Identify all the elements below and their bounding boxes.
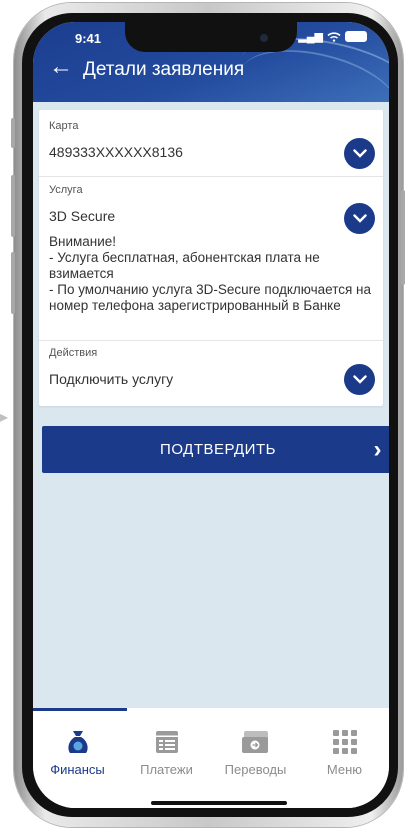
camera-icon: [260, 34, 268, 42]
back-arrow-icon[interactable]: ←: [49, 55, 73, 79]
signal-icon: ▂▄▆: [298, 31, 323, 43]
notice-line: - Услуга бесплатная, абонентская плата н…: [49, 250, 320, 281]
phone-volume-down: [11, 252, 15, 314]
nav-item-transfers[interactable]: Переводы: [211, 728, 300, 777]
nav-item-menu[interactable]: Меню: [300, 728, 389, 777]
nav-label: Платежи: [140, 762, 193, 777]
app-screen: 9:41 ▂▄▆ ← Детали заявления Карта 489333…: [33, 22, 389, 808]
menu-grid-icon: [332, 730, 357, 754]
wifi-icon: [327, 31, 341, 42]
service-field-label: Услуга: [49, 184, 83, 196]
chevron-right-icon: ›: [373, 436, 382, 463]
application-details-card: Карта 489333XXXXXX8136 Услуга 3D Secure …: [39, 110, 383, 406]
notice-line: - По умолчанию услуга 3D-Secure подключа…: [49, 282, 372, 313]
action-field[interactable]: Действия Подключить услугу: [49, 347, 373, 387]
field-divider: [39, 340, 383, 341]
chevron-down-icon: [352, 214, 367, 223]
card-field[interactable]: Карта 489333XXXXXX8136: [49, 120, 373, 160]
phone-volume-up: [11, 175, 15, 237]
confirm-button[interactable]: ПОДТВЕРДИТЬ ›: [42, 426, 389, 473]
nav-label: Финансы: [50, 762, 105, 777]
status-time: 9:41: [75, 31, 102, 46]
nav-label: Меню: [326, 762, 363, 777]
side-decor-chevron: ▸: [0, 409, 9, 426]
battery-icon: [345, 31, 367, 42]
notice-line: Внимание!: [49, 234, 117, 249]
field-divider: [39, 176, 383, 177]
payments-list-icon: [155, 731, 178, 753]
page-title: Детали заявления: [83, 59, 245, 80]
nav-label: Переводы: [224, 762, 287, 777]
card-field-label: Карта: [49, 120, 79, 132]
active-tab-indicator: [33, 708, 127, 711]
home-indicator[interactable]: [151, 801, 287, 805]
service-notice: Внимание! - Услуга бесплатная, абонентск…: [49, 234, 377, 314]
phone-power-button: [401, 190, 405, 285]
service-field[interactable]: Услуга 3D Secure: [49, 184, 373, 224]
service-dropdown-button[interactable]: [344, 203, 375, 234]
transfers-card-icon: [241, 731, 268, 753]
chevron-down-icon: [352, 149, 367, 158]
card-field-value: 489333XXXXXX8136: [49, 144, 183, 160]
finance-bag-icon: [67, 731, 88, 753]
nav-item-payments[interactable]: Платежи: [122, 728, 211, 777]
phone-notch: [125, 22, 297, 52]
chevron-down-icon: [352, 375, 367, 384]
action-dropdown-button[interactable]: [344, 364, 375, 395]
confirm-button-label: ПОДТВЕРДИТЬ: [160, 441, 276, 458]
card-dropdown-button[interactable]: [344, 138, 375, 169]
bottom-nav: Финансы Платежи Переводы Меню: [33, 708, 389, 808]
action-field-value: Подключить услугу: [49, 371, 174, 387]
phone-mute-switch: [11, 118, 15, 148]
status-icons: ▂▄▆: [298, 30, 367, 43]
service-field-value: 3D Secure: [49, 208, 116, 224]
action-field-label: Действия: [49, 347, 98, 359]
nav-item-finance[interactable]: Финансы: [33, 728, 122, 777]
